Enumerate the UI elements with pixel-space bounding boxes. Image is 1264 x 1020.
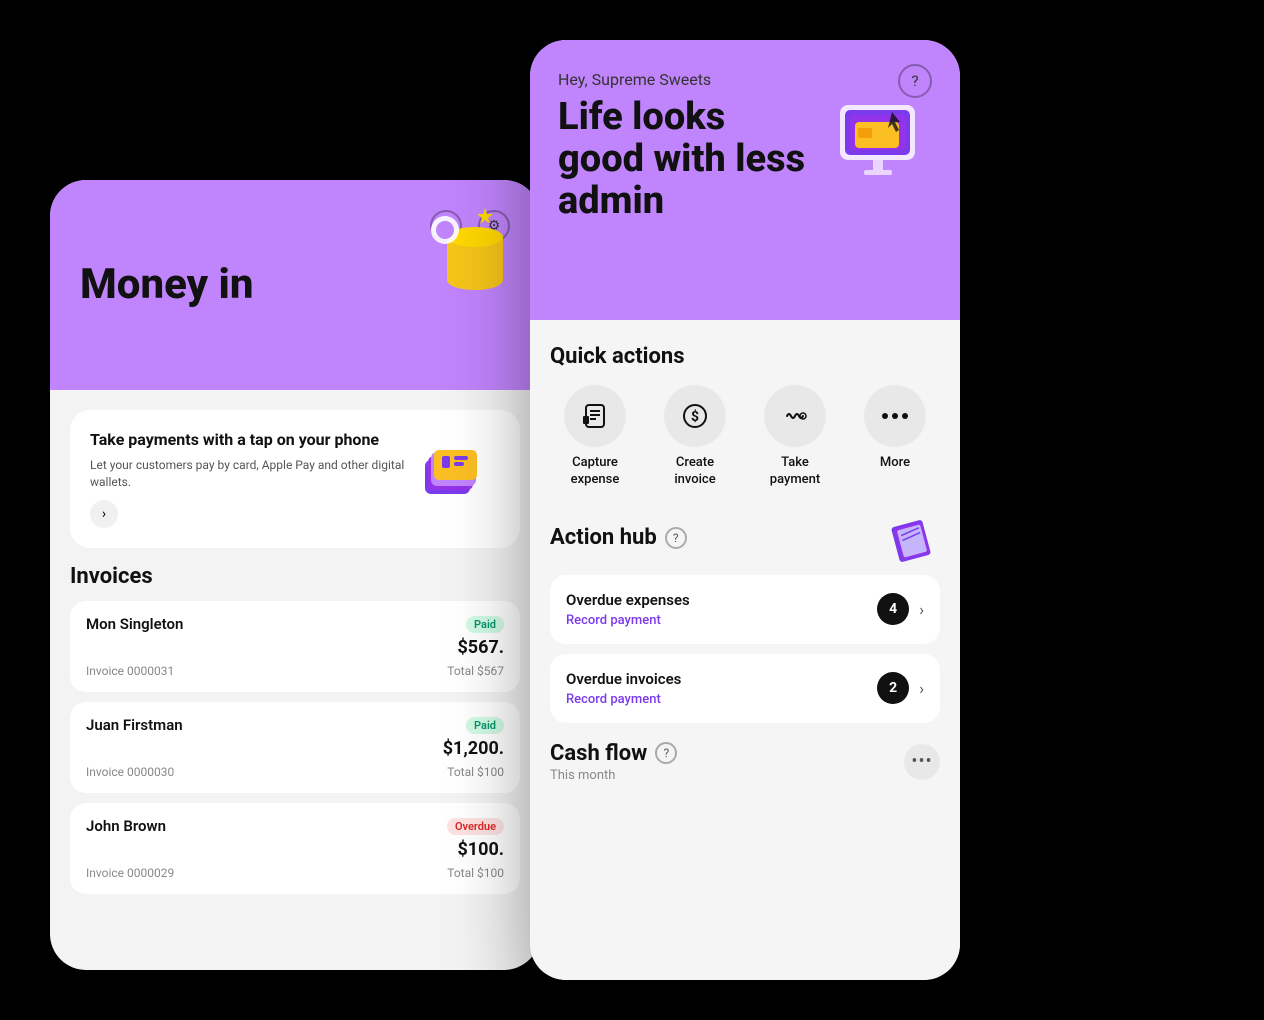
invoice-bottom-2: Invoice 0000030 Total $100 xyxy=(86,765,504,779)
invoice-number-2: Invoice 0000030 xyxy=(86,765,174,779)
create-invoice-icon: $ xyxy=(664,385,726,447)
invoice-top-3: John Brown Overdue xyxy=(86,817,504,835)
invoices-title: Invoices xyxy=(70,564,520,589)
invoice-amount-3: $100. xyxy=(86,839,504,860)
invoice-item-2[interactable]: Juan Firstman Paid $1,200. Invoice 00000… xyxy=(70,702,520,793)
cash-flow-more-button[interactable]: ••• xyxy=(904,744,940,780)
invoice-badge-3: Overdue xyxy=(447,818,504,835)
promo-illustration xyxy=(420,430,500,510)
hub-item-left-2: Overdue invoices Record payment xyxy=(566,670,681,707)
invoice-number-1: Invoice 0000031 xyxy=(86,664,174,678)
invoice-total-2: Total $100 xyxy=(447,765,504,779)
invoice-total-3: Total $100 xyxy=(447,866,504,880)
invoice-badge-2: Paid xyxy=(466,717,504,734)
invoice-name-1: Mon Singleton xyxy=(86,615,183,633)
cash-flow-title: Cash flow xyxy=(550,741,647,766)
cash-flow-help-icon[interactable]: ? xyxy=(655,742,677,764)
invoice-bottom-3: Invoice 0000029 Total $100 xyxy=(86,866,504,880)
invoice-badge-1: Paid xyxy=(466,616,504,633)
invoice-bottom-1: Invoice 0000031 Total $567 xyxy=(86,664,504,678)
cash-flow-left: Cash flow ? This month xyxy=(550,741,677,783)
action-hub-help-icon[interactable]: ? xyxy=(665,527,687,549)
coin-illustration xyxy=(420,200,520,310)
svg-text:$: $ xyxy=(691,408,699,425)
more-icon xyxy=(864,385,926,447)
more-label: More xyxy=(880,455,910,472)
invoice-number-3: Invoice 0000029 xyxy=(86,866,174,880)
action-hub-header: Action hub ? xyxy=(550,513,940,563)
hub-item-link-2[interactable]: Record payment xyxy=(566,692,681,707)
action-hub-title: Action hub xyxy=(550,525,657,550)
cash-flow-title-group: Cash flow ? This month xyxy=(550,741,677,783)
action-more[interactable]: More xyxy=(850,385,940,489)
overdue-expenses-count: 4 xyxy=(877,593,909,625)
overdue-invoices-count: 2 xyxy=(877,672,909,704)
quick-actions-title: Quick actions xyxy=(550,344,940,369)
action-take-payment[interactable]: Takepayment xyxy=(750,385,840,489)
invoice-item-1[interactable]: Mon Singleton Paid $567. Invoice 0000031… xyxy=(70,601,520,692)
greeting-text: Hey, Supreme Sweets xyxy=(558,70,932,89)
hub-item-right-2: 2 › xyxy=(877,672,924,704)
cash-flow-subtitle: This month xyxy=(550,768,677,783)
promo-content: Take payments with a tap on your phone L… xyxy=(90,430,408,528)
invoice-amount-1: $567. xyxy=(86,637,504,658)
dashboard-card: ? Hey, Supreme Sweets Life looks good wi… xyxy=(530,40,960,980)
hub-item-overdue-expenses[interactable]: Overdue expenses Record payment 4 › xyxy=(550,575,940,644)
hub-item-title-1: Overdue expenses xyxy=(566,591,690,609)
action-create-invoice[interactable]: $ Createinvoice xyxy=(650,385,740,489)
take-payment-label: Takepayment xyxy=(770,455,820,489)
promo-title: Take payments with a tap on your phone xyxy=(90,430,408,451)
promo-description: Let your customers pay by card, Apple Pa… xyxy=(90,457,408,491)
promo-arrow[interactable]: › xyxy=(90,500,118,528)
capture-expense-label: Captureexpense xyxy=(571,455,620,489)
hub-item-left-1: Overdue expenses Record payment xyxy=(566,591,690,628)
action-hub-left: Action hub ? xyxy=(550,525,687,550)
hub-illustration xyxy=(890,513,940,563)
invoice-total-1: Total $567 xyxy=(447,664,504,678)
hub-item-right-1: 4 › xyxy=(877,593,924,625)
card-front-content: Quick actions Captureexpense xyxy=(530,320,960,980)
hub-item-link-1[interactable]: Record payment xyxy=(566,613,690,628)
card-back-header: ? ⚙ Money in xyxy=(50,180,540,390)
invoice-amount-2: $1,200. xyxy=(86,738,504,759)
card-front-header: ? Hey, Supreme Sweets Life looks good wi… xyxy=(530,40,960,320)
money-in-card: ? ⚙ Money in xyxy=(50,180,540,970)
hub-item-title-2: Overdue invoices xyxy=(566,670,681,688)
capture-expense-icon xyxy=(564,385,626,447)
hub-chevron-1: › xyxy=(919,600,924,619)
headline-text: Life looks good with less admin xyxy=(558,97,818,222)
action-capture-expense[interactable]: Captureexpense xyxy=(550,385,640,489)
invoice-name-3: John Brown xyxy=(86,817,166,835)
hub-chevron-2: › xyxy=(919,679,924,698)
scene: ? ⚙ Money in xyxy=(0,0,1264,1020)
invoice-name-2: Juan Firstman xyxy=(86,716,183,734)
quick-actions-grid: Captureexpense $ Createinvoice xyxy=(550,385,940,489)
create-invoice-label: Createinvoice xyxy=(674,455,715,489)
invoice-top-2: Juan Firstman Paid xyxy=(86,716,504,734)
promo-card[interactable]: Take payments with a tap on your phone L… xyxy=(70,410,520,548)
invoice-top-1: Mon Singleton Paid xyxy=(86,615,504,633)
invoice-item-3[interactable]: John Brown Overdue $100. Invoice 0000029… xyxy=(70,803,520,894)
invoices-section: Invoices Mon Singleton Paid $567. Invoic… xyxy=(50,564,540,894)
header-illustration xyxy=(820,90,940,210)
cash-flow-header: Cash flow ? This month ••• xyxy=(550,741,940,783)
take-payment-icon xyxy=(764,385,826,447)
hub-item-overdue-invoices[interactable]: Overdue invoices Record payment 2 › xyxy=(550,654,940,723)
